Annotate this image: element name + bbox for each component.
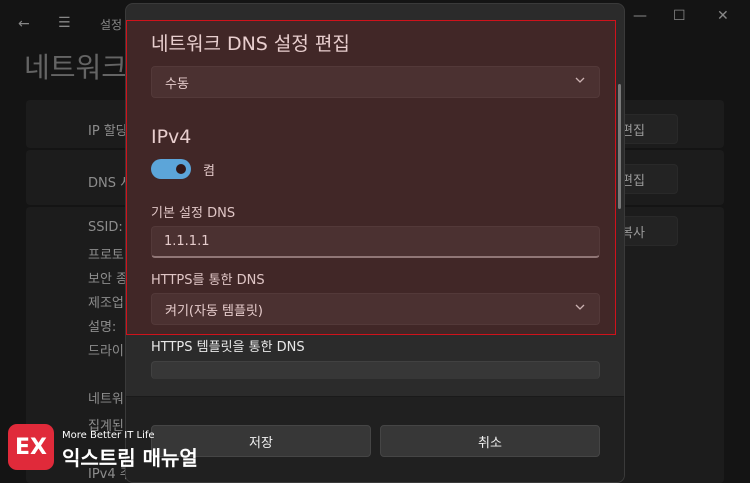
toggle-knob — [176, 164, 186, 174]
brand-logo: EX — [8, 424, 54, 470]
template-dns-input[interactable] — [151, 361, 600, 379]
https-dns-select[interactable]: 켜기(자동 템플릿) — [151, 293, 600, 325]
dialog-scrollbar[interactable] — [618, 84, 621, 209]
template-dns-label: HTTPS 템플릿을 통한 DNS — [151, 340, 305, 355]
brand-name: 익스트림 매뉴얼 — [62, 446, 198, 470]
ipv4-toggle-label: 켬 — [203, 164, 215, 179]
https-dns-label: HTTPS를 통한 DNS — [151, 273, 265, 288]
chevron-down-icon — [575, 304, 585, 310]
https-dns-value: 켜기(자동 템플릿) — [165, 303, 263, 319]
cancel-button[interactable]: 취소 — [380, 425, 600, 457]
ipv4-section-title: IPv4 — [151, 126, 192, 148]
dialog-title: 네트워크 DNS 설정 편집 — [151, 33, 350, 55]
chevron-down-icon — [575, 77, 585, 83]
dns-mode-value: 수동 — [165, 76, 189, 92]
preferred-dns-input[interactable]: 1.1.1.1 — [151, 226, 600, 258]
brand-tagline: More Better IT Life — [62, 430, 155, 441]
preferred-dns-label: 기본 설정 DNS — [151, 206, 236, 221]
ipv4-toggle[interactable] — [151, 159, 191, 179]
brand-watermark: EX More Better IT Life 익스트림 매뉴얼 — [8, 420, 218, 472]
dns-mode-select[interactable]: 수동 — [151, 66, 600, 98]
edit-dns-dialog: 네트워크 DNS 설정 편집 수동 IPv4 켬 기본 설정 DNS 1.1.1… — [125, 3, 625, 483]
preferred-dns-value: 1.1.1.1 — [164, 234, 210, 249]
